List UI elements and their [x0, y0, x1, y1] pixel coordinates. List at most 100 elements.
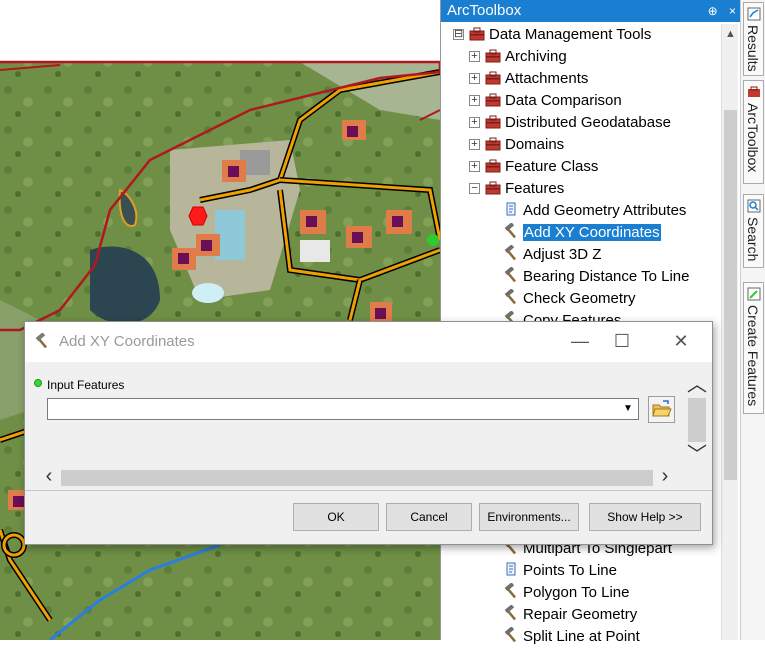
toolbox-icon	[485, 71, 501, 85]
tool-hammer-icon	[504, 605, 517, 621]
tab-create-features[interactable]: Create Features	[743, 282, 764, 414]
tree-item-label: Features	[505, 180, 565, 197]
toolbox-scrollbar[interactable]: ▲	[721, 24, 738, 640]
cancel-button[interactable]: Cancel	[386, 503, 472, 531]
tree-item[interactable]: Add Geometry Attributes	[503, 200, 686, 222]
tree-item-label: Polygon To Line	[523, 584, 630, 601]
tab-arctoolbox-label: ArcToolbox	[745, 103, 761, 173]
dialog-title: Add XY Coordinates	[59, 333, 195, 350]
tool-hammer-icon	[504, 223, 517, 239]
tree-item[interactable]: + Domains	[469, 134, 564, 156]
ok-button[interactable]: OK	[293, 503, 379, 531]
side-tab-strip: Results ArcToolbox Search Create Feature…	[740, 0, 765, 640]
tree-item[interactable]: − Features	[469, 178, 564, 200]
tool-hammer-icon	[504, 267, 517, 283]
close-button[interactable]: ✕	[669, 330, 693, 354]
chevron-left-icon[interactable]: ‹	[39, 466, 59, 488]
chevron-right-icon[interactable]: ›	[655, 466, 675, 488]
expand-toggle-icon[interactable]: ⊟	[453, 28, 464, 40]
expand-toggle-icon[interactable]: +	[469, 160, 480, 172]
tool-hammer-icon	[504, 245, 517, 261]
tree-item-label: Feature Class	[505, 158, 599, 175]
expand-toggle-icon[interactable]: +	[469, 116, 480, 128]
show-help-button[interactable]: Show Help >>	[589, 503, 701, 531]
tool-hammer-icon	[504, 583, 517, 599]
close-icon[interactable]: ×	[729, 4, 736, 18]
tree-item[interactable]: Repair Geometry	[503, 604, 637, 626]
dialog-titlebar[interactable]: Add XY Coordinates — ☐ ✕	[25, 322, 712, 362]
tree-item-label: Domains	[505, 136, 565, 153]
arctoolbox-title: ArcToolbox	[447, 2, 522, 19]
input-features-label: Input Features	[47, 378, 125, 392]
tree-item-label: Distributed Geodatabase	[505, 114, 671, 131]
scroll-up-icon[interactable]: ▲	[725, 28, 736, 40]
tree-item[interactable]: Split Line at Point	[503, 626, 640, 648]
dialog-footer: OK Cancel Environments... Show Help >>	[25, 490, 712, 544]
tree-item[interactable]: Adjust 3D Z	[503, 244, 601, 266]
add-xy-coordinates-dialog: Add XY Coordinates — ☐ ✕ Input Features …	[24, 321, 713, 545]
tree-item[interactable]: + Feature Class	[469, 156, 598, 178]
tree-item[interactable]: + Distributed Geodatabase	[469, 112, 671, 134]
toolbox-icon	[469, 27, 485, 41]
pin-icon[interactable]: ⊕	[708, 4, 718, 18]
scroll-thumb[interactable]	[724, 110, 737, 480]
expand-toggle-icon[interactable]: +	[469, 72, 480, 84]
maximize-button[interactable]: ☐	[610, 330, 634, 354]
hammer-icon	[35, 333, 48, 349]
create-features-icon	[747, 287, 761, 301]
tree-item-label: Points To Line	[523, 562, 617, 579]
params-horizontal-scrollbar[interactable]: ‹ ›	[39, 466, 675, 488]
tree-item-label: Repair Geometry	[523, 606, 638, 623]
toolbox-icon	[485, 115, 501, 129]
tree-item[interactable]: + Data Comparison	[469, 90, 622, 112]
tree-item-label: Add XY Coordinates	[523, 224, 661, 241]
toolbox-icon	[485, 93, 501, 107]
environments-button[interactable]: Environments...	[479, 503, 579, 531]
search-icon	[747, 199, 761, 213]
tree-item[interactable]: + Archiving	[469, 46, 567, 68]
tree-item[interactable]: Add XY Coordinates	[503, 222, 661, 244]
required-indicator-icon	[34, 379, 42, 387]
params-vertical-scrollbar[interactable]: ︿ ﹀	[686, 375, 708, 466]
expand-toggle-icon[interactable]: −	[469, 182, 480, 194]
results-icon	[747, 7, 761, 21]
tab-search[interactable]: Search	[743, 194, 764, 268]
tab-create-features-label: Create Features	[745, 305, 761, 407]
tree-item[interactable]: Polygon To Line	[503, 582, 629, 604]
expand-toggle-icon[interactable]: +	[469, 50, 480, 62]
script-tool-icon	[506, 562, 516, 576]
script-tool-icon	[506, 202, 516, 216]
vertical-scroll-thumb[interactable]	[688, 398, 706, 442]
tool-hammer-icon	[504, 289, 517, 305]
tool-hammer-icon	[504, 627, 517, 643]
expand-toggle-icon[interactable]: +	[469, 138, 480, 150]
tab-results[interactable]: Results	[743, 2, 764, 76]
chevron-down-icon[interactable]: ﹀	[686, 445, 708, 465]
tree-item-label: Data Management Tools	[489, 26, 652, 43]
tab-arctoolbox[interactable]: ArcToolbox	[743, 80, 764, 184]
tree-item-label: Archiving	[505, 48, 567, 65]
browse-button[interactable]	[648, 396, 675, 423]
tree-item-label: Split Line at Point	[523, 628, 640, 645]
input-features-field[interactable]	[47, 398, 639, 420]
dropdown-arrow-icon[interactable]: ▼	[619, 400, 637, 418]
tree-item-label: Data Comparison	[505, 92, 622, 109]
toolbox-icon	[485, 137, 501, 151]
chevron-up-icon[interactable]: ︿	[686, 375, 708, 395]
tree-item[interactable]: Check Geometry	[503, 288, 636, 310]
minimize-button[interactable]: —	[568, 330, 592, 354]
tree-item[interactable]: + Attachments	[469, 68, 588, 90]
tree-item[interactable]: Points To Line	[503, 560, 617, 582]
tree-item-label: Bearing Distance To Line	[523, 268, 690, 285]
tree-item[interactable]: ⊟ Data Management Tools	[453, 24, 651, 46]
tree-item[interactable]: Bearing Distance To Line	[503, 266, 690, 288]
tab-results-label: Results	[745, 25, 761, 72]
horizontal-scroll-thumb[interactable]	[61, 470, 653, 486]
expand-toggle-icon[interactable]: +	[469, 94, 480, 106]
tree-item-label: Adjust 3D Z	[523, 246, 602, 263]
toolbox-icon	[485, 159, 501, 173]
open-folder-icon	[652, 400, 672, 417]
arctoolbox-titlebar: ArcToolbox ⊕ ×	[441, 0, 740, 22]
tab-search-label: Search	[745, 217, 761, 262]
toolbox-icon	[485, 49, 501, 63]
